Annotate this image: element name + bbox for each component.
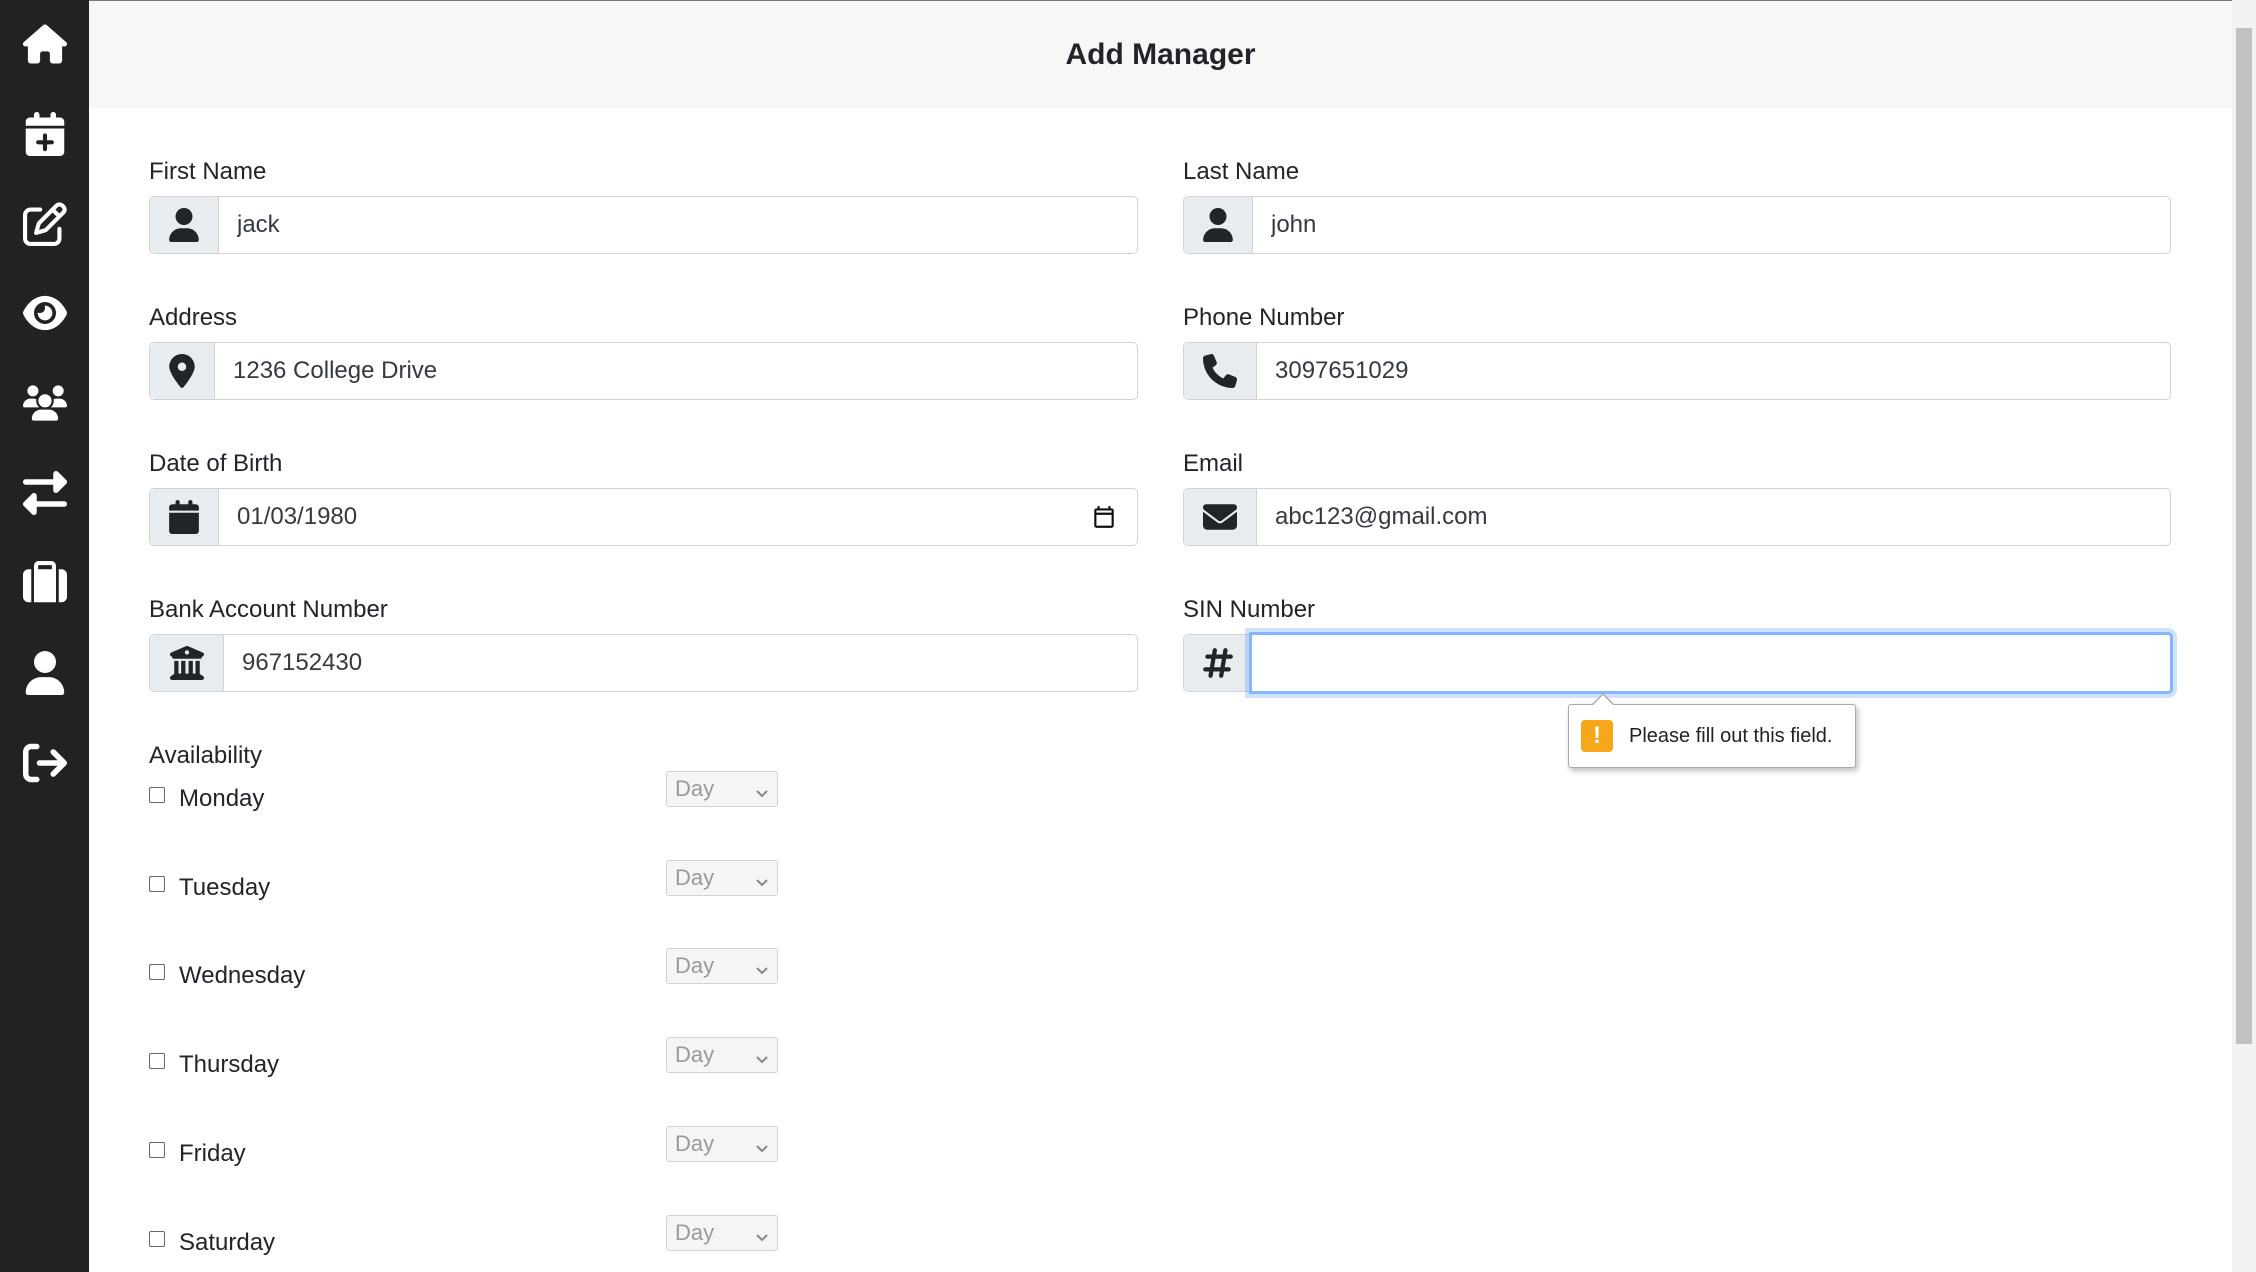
saturday-checkbox[interactable] — [149, 1231, 165, 1247]
dob-group — [149, 488, 1138, 546]
bank-icon — [169, 646, 204, 680]
friday-shift-select[interactable]: Day — [666, 1126, 778, 1162]
calendar-plus-icon — [25, 112, 64, 156]
sin-input[interactable] — [1270, 649, 2152, 677]
address-label: Address — [149, 304, 238, 331]
email-input[interactable] — [1275, 503, 2152, 531]
sin-addon-wrap — [1183, 634, 1251, 692]
map-marker-icon — [169, 354, 195, 388]
chevron-down-icon — [755, 1135, 769, 1153]
first-name-group — [149, 196, 1138, 254]
chevron-down-icon — [755, 1046, 769, 1064]
chevron-down-icon — [755, 1224, 769, 1242]
calendar-picker-icon — [1094, 506, 1115, 528]
day-row-wednesday: Wednesday Day — [149, 948, 779, 998]
thursday-shift-select[interactable]: Day — [666, 1037, 778, 1073]
dob-label: Date of Birth — [149, 450, 283, 477]
sin-label: SIN Number — [1183, 596, 1316, 623]
eye-icon — [22, 295, 67, 331]
day-row-thursday: Thursday Day — [149, 1037, 779, 1087]
chevron-down-icon — [755, 869, 769, 887]
user-icon — [169, 208, 199, 242]
validation-tooltip: ! Please fill out this field. — [1568, 693, 1856, 768]
page-title: Add Manager — [1065, 37, 1256, 71]
validation-message: Please fill out this field. — [1629, 724, 1833, 747]
nav-add-schedule[interactable] — [0, 102, 89, 166]
email-addon — [1184, 489, 1257, 545]
tuesday-shift-select[interactable]: Day — [666, 860, 778, 896]
first-name-label: First Name — [149, 158, 267, 185]
bank-addon — [150, 635, 224, 691]
last-name-group — [1183, 196, 2171, 254]
day-row-friday: Friday Day — [149, 1126, 779, 1176]
nav-transfer[interactable] — [0, 461, 89, 525]
address-input[interactable] — [233, 357, 1119, 385]
nav-users[interactable] — [0, 371, 89, 435]
thursday-checkbox[interactable] — [149, 1053, 165, 1069]
friday-label: Friday — [179, 1140, 246, 1167]
hash-icon — [1202, 648, 1233, 678]
first-name-addon — [150, 197, 219, 253]
calendar-icon — [169, 500, 199, 534]
last-name-label: Last Name — [1183, 158, 1300, 185]
nav-jobs[interactable] — [0, 551, 89, 615]
nav-profile[interactable] — [0, 641, 89, 705]
wednesday-shift-select[interactable]: Day — [666, 948, 778, 984]
exchange-icon — [22, 471, 67, 515]
monday-checkbox[interactable] — [149, 787, 165, 803]
chevron-down-icon — [755, 957, 769, 975]
bank-input[interactable] — [242, 649, 1119, 677]
dob-addon — [150, 489, 219, 545]
home-icon — [22, 24, 67, 64]
phone-addon — [1184, 343, 1257, 399]
user-icon — [1203, 208, 1233, 242]
nav-logout[interactable] — [0, 731, 89, 795]
email-label: Email — [1183, 450, 1244, 477]
date-picker-button[interactable] — [1090, 502, 1119, 532]
page-header: Add Manager — [89, 1, 2232, 108]
day-row-monday: Monday Day — [149, 771, 779, 821]
user-icon — [25, 651, 64, 695]
saturday-shift-select[interactable]: Day — [666, 1215, 778, 1251]
nav-edit[interactable] — [0, 192, 89, 256]
availability-label: Availability — [149, 742, 262, 769]
phone-input[interactable] — [1275, 357, 2152, 385]
scrollbar-thumb[interactable] — [2236, 28, 2252, 1044]
chevron-down-icon — [755, 780, 769, 798]
day-row-tuesday: Tuesday Day — [149, 860, 779, 910]
nav-home[interactable] — [0, 12, 89, 76]
address-group — [149, 342, 1138, 400]
envelope-icon — [1203, 504, 1237, 530]
sin-addon — [1184, 635, 1251, 691]
wednesday-label: Wednesday — [179, 962, 306, 989]
warning-icon: ! — [1581, 720, 1613, 752]
sign-out-icon — [22, 743, 67, 783]
phone-icon — [1203, 354, 1237, 388]
day-row-saturday: Saturday Day — [149, 1215, 779, 1265]
sin-group — [1249, 632, 2173, 694]
email-group — [1183, 488, 2171, 546]
dob-input[interactable] — [237, 503, 1090, 531]
wednesday-checkbox[interactable] — [149, 964, 165, 980]
saturday-label: Saturday — [179, 1229, 276, 1256]
phone-group — [1183, 342, 2171, 400]
bank-group — [149, 634, 1138, 692]
sidebar — [0, 0, 89, 1272]
users-icon — [22, 385, 67, 421]
friday-checkbox[interactable] — [149, 1142, 165, 1158]
tuesday-checkbox[interactable] — [149, 876, 165, 892]
phone-label: Phone Number — [1183, 304, 1345, 331]
monday-label: Monday — [179, 785, 265, 812]
thursday-label: Thursday — [179, 1051, 280, 1078]
bank-label: Bank Account Number — [149, 596, 388, 623]
last-name-addon — [1184, 197, 1253, 253]
nav-view[interactable] — [0, 281, 89, 345]
tuesday-label: Tuesday — [179, 874, 271, 901]
briefcase-icon — [22, 561, 67, 603]
monday-shift-select[interactable]: Day — [666, 771, 778, 807]
edit-icon — [22, 202, 67, 246]
address-addon — [150, 343, 215, 399]
last-name-input[interactable] — [1271, 211, 2152, 239]
first-name-input[interactable] — [237, 211, 1119, 239]
